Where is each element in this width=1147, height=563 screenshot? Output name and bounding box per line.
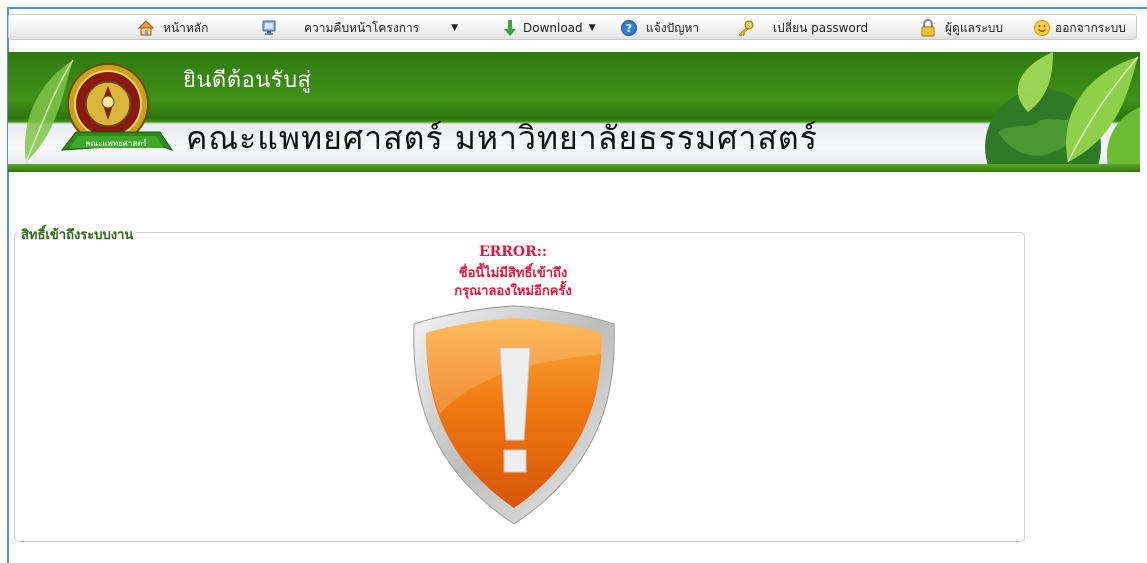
top-menu-bar: หน้าหลัก ความคืบหน้าโครงการ ▼ Download ▼… xyxy=(8,14,1137,40)
key-icon xyxy=(737,19,755,37)
menu-home-label: หน้าหลัก xyxy=(163,20,209,35)
monitor-icon xyxy=(260,19,278,37)
menu-download[interactable]: Download ▼ xyxy=(503,15,596,41)
menu-home[interactable]: หน้าหลัก xyxy=(137,15,208,41)
menu-logout-label: ออกจากระบบ xyxy=(1055,20,1126,35)
menu-report-problem[interactable]: ? แจ้งปัญหา xyxy=(620,15,699,41)
faculty-logo: คณะแพทยศาสตร์ xyxy=(60,63,174,152)
lock-icon xyxy=(919,19,937,37)
help-icon: ? xyxy=(620,19,638,37)
logo-text: คณะแพทยศาสตร์ xyxy=(85,138,147,148)
header-banner: คณะแพทยศาสตร์ ยินดีต้อนรับสู่ คณะแพทยศาส… xyxy=(8,52,1140,172)
menu-change-password[interactable]: เปลี่ยน password xyxy=(737,15,868,41)
chevron-down-icon: ▼ xyxy=(588,23,596,33)
menu-progress[interactable]: ความคืบหน้าโครงการ ▼ xyxy=(260,15,458,41)
smiley-icon xyxy=(1033,19,1051,37)
menu-download-label: Download xyxy=(523,21,583,35)
page-title: คณะแพทยศาสตร์ มหาวิทยาลัยธรรมศาสตร์ xyxy=(186,119,818,157)
menu-logout[interactable]: ออกจากระบบ xyxy=(1033,15,1126,41)
home-icon xyxy=(137,19,155,37)
menu-progress-label: ความคืบหน้าโครงการ xyxy=(304,20,420,35)
menu-change-password-label: เปลี่ยน password xyxy=(773,20,869,35)
error-message-line-2: กรุณาลองใหม่อีกครั้ง xyxy=(454,284,572,299)
welcome-text: ยินดีต้อนรับสู่ xyxy=(183,68,312,93)
menu-report-label: แจ้งปัญหา xyxy=(646,20,700,35)
banner-bottom-stripe xyxy=(8,164,1140,172)
error-title: ERROR:: xyxy=(478,244,548,260)
svg-text:?: ? xyxy=(626,22,632,35)
warning-shield-icon xyxy=(413,305,615,525)
chevron-down-icon: ▼ xyxy=(451,23,459,33)
menu-admin-label: ผู้ดูแลระบบ xyxy=(945,20,1004,35)
download-arrow-icon xyxy=(503,19,517,37)
globe-leaves-decoration-icon xyxy=(985,52,1140,172)
panel-legend: สิทธิ์เข้าถึงระบบงาน xyxy=(18,224,137,245)
menu-admin[interactable]: ผู้ดูแลระบบ xyxy=(919,15,1003,41)
